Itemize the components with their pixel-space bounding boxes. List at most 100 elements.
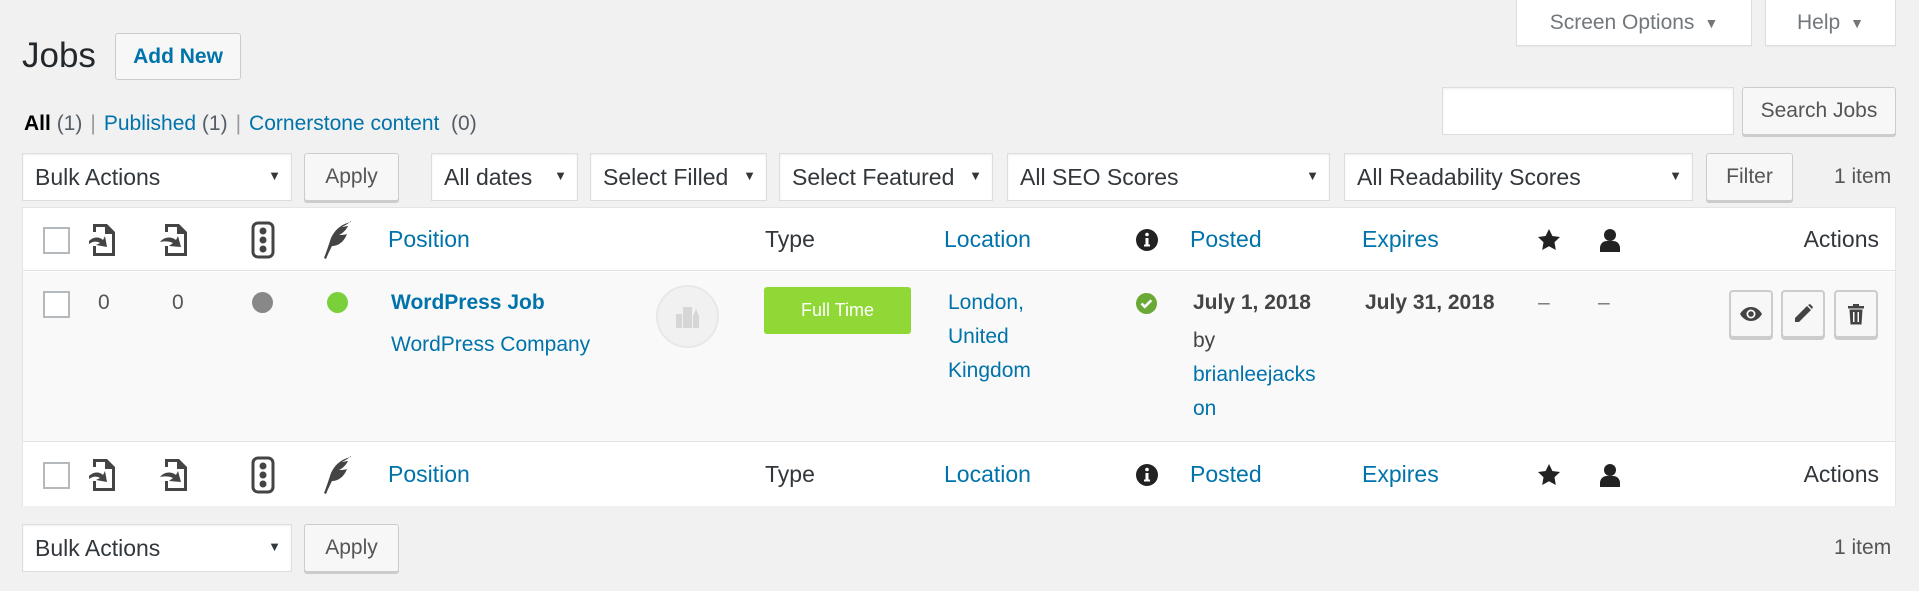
table-row: 0 0 WordPress Job WordPress Company Full… — [23, 272, 1895, 442]
filled-value: – — [1598, 291, 1610, 314]
company-link[interactable]: WordPress Company — [391, 328, 590, 362]
column-actions-footer: Actions — [1803, 461, 1879, 487]
outgoing-links-count: 0 — [172, 291, 184, 314]
apply-button-bottom[interactable]: Apply — [304, 524, 399, 572]
dropdown-arrow-icon: ▼ — [969, 168, 982, 183]
seo-score-filter-select[interactable]: All SEO Scores ▼ — [1007, 153, 1330, 201]
quill-icon[interactable] — [323, 221, 353, 259]
readability-filter-select[interactable]: All Readability Scores ▼ — [1344, 153, 1693, 201]
view-cornerstone[interactable]: Cornerstone content (0) — [249, 112, 477, 135]
outgoing-links-icon[interactable] — [157, 457, 193, 493]
user-icon — [1599, 228, 1621, 252]
featured-filter-value: Select Featured — [792, 163, 955, 190]
page-title: Jobs — [22, 36, 96, 75]
dates-filter-select[interactable]: All dates ▼ — [431, 153, 578, 201]
bulk-actions-value: Bulk Actions — [35, 534, 161, 561]
location-line: United — [948, 325, 1009, 348]
readability-filter-value: All Readability Scores — [1357, 163, 1581, 190]
bulk-actions-select-top[interactable]: Bulk Actions ▼ — [22, 153, 292, 201]
job-title-link[interactable]: WordPress Job — [391, 286, 545, 320]
view-published-label: Published — [103, 112, 197, 135]
location-link[interactable]: London, United Kingdom — [948, 286, 1031, 388]
dates-filter-value: All dates — [444, 163, 533, 190]
table-header-row: Position Type Location Posted Expires Ac… — [23, 208, 1895, 271]
filled-filter-select[interactable]: Select Filled ▼ — [590, 153, 767, 201]
featured-value: – — [1538, 291, 1550, 314]
incoming-links-count: 0 — [98, 291, 110, 314]
author-link[interactable]: brianleejacks on — [1193, 358, 1316, 426]
view-cornerstone-count: (0) — [451, 112, 477, 135]
traffic-light-icon[interactable] — [251, 456, 275, 494]
star-icon — [1537, 463, 1561, 487]
post-status-views: All (1) | Published (1) | Cornerstone conten… — [24, 112, 477, 136]
row-checkbox[interactable] — [43, 291, 70, 318]
search-jobs-button[interactable]: Search Jobs — [1742, 87, 1896, 135]
seo-score-filter-value: All SEO Scores — [1020, 163, 1179, 190]
location-line: Kingdom — [948, 359, 1031, 382]
posted-info: July 1, 2018 by brianleejacks on — [1193, 286, 1316, 426]
separator: | — [235, 112, 242, 135]
column-type-footer: Type — [765, 461, 815, 487]
dropdown-arrow-icon: ▼ — [1669, 168, 1682, 183]
add-new-button[interactable]: Add New — [115, 33, 241, 80]
user-icon — [1599, 463, 1621, 487]
outgoing-links-icon[interactable] — [157, 222, 193, 258]
filter-button[interactable]: Filter — [1706, 153, 1793, 201]
traffic-light-icon[interactable] — [251, 221, 275, 259]
column-posted-footer[interactable]: Posted — [1190, 443, 1262, 506]
eye-icon — [1740, 307, 1762, 321]
quill-icon[interactable] — [323, 456, 353, 494]
featured-filter-select[interactable]: Select Featured ▼ — [779, 153, 993, 201]
jobs-table: Position Type Location Posted Expires Ac… — [22, 207, 1896, 506]
check-circle-icon — [1136, 293, 1157, 314]
dropdown-arrow-icon: ▼ — [554, 168, 567, 183]
column-expires-footer[interactable]: Expires — [1362, 443, 1439, 506]
bulk-actions-select-bottom[interactable]: Bulk Actions ▼ — [22, 524, 292, 572]
company-logo — [656, 285, 719, 348]
column-location-header[interactable]: Location — [944, 208, 1031, 271]
incoming-links-icon[interactable] — [85, 222, 121, 258]
view-all-count: (1) — [56, 112, 83, 135]
posted-date: July 1, 2018 — [1193, 291, 1311, 314]
info-icon — [1136, 464, 1158, 486]
column-position-footer[interactable]: Position — [388, 443, 470, 506]
view-all[interactable]: All (1) — [24, 112, 82, 135]
help-label: Help — [1796, 10, 1841, 34]
select-all-checkbox-bottom[interactable] — [43, 462, 70, 489]
edit-button[interactable] — [1781, 290, 1825, 338]
job-type-badge: Full Time — [764, 287, 911, 334]
screen-options-toggle[interactable]: Screen Options ▼ — [1516, 0, 1752, 46]
item-count-bottom: 1 item — [1834, 536, 1892, 559]
expires-date: July 31, 2018 — [1365, 291, 1495, 314]
author-name-line: brianleejacks — [1193, 363, 1316, 386]
separator: | — [90, 112, 96, 135]
column-actions-header: Actions — [1803, 226, 1879, 252]
incoming-links-icon[interactable] — [85, 457, 121, 493]
posted-by-prefix: by — [1193, 329, 1216, 352]
view-cornerstone-label: Cornerstone content — [249, 112, 440, 135]
dropdown-arrow-icon: ▼ — [1306, 168, 1319, 183]
apply-button-top[interactable]: Apply — [304, 153, 399, 201]
column-expires-header[interactable]: Expires — [1362, 208, 1439, 271]
help-toggle[interactable]: Help ▼ — [1765, 0, 1896, 46]
seo-score-indicator — [252, 292, 273, 313]
delete-button[interactable] — [1834, 290, 1878, 338]
table-footer-row: Position Type Location Posted Expires Ac… — [23, 443, 1895, 506]
trash-icon — [1848, 304, 1864, 325]
caret-down-icon: ▼ — [1704, 14, 1719, 31]
view-published[interactable]: Published (1) — [104, 112, 228, 135]
bulk-actions-value: Bulk Actions — [35, 163, 161, 190]
column-location-footer[interactable]: Location — [944, 443, 1031, 506]
column-position-header[interactable]: Position — [388, 208, 470, 271]
column-posted-header[interactable]: Posted — [1190, 208, 1262, 271]
view-all-label: All — [24, 112, 51, 135]
view-button[interactable] — [1729, 290, 1773, 338]
column-type-header: Type — [765, 226, 815, 252]
caret-down-icon: ▼ — [1850, 14, 1865, 31]
star-icon — [1537, 228, 1561, 252]
search-input[interactable] — [1442, 87, 1734, 135]
dropdown-arrow-icon: ▼ — [268, 539, 281, 554]
item-count-top: 1 item — [1834, 165, 1892, 188]
pencil-icon — [1795, 304, 1813, 322]
select-all-checkbox[interactable] — [43, 227, 70, 254]
